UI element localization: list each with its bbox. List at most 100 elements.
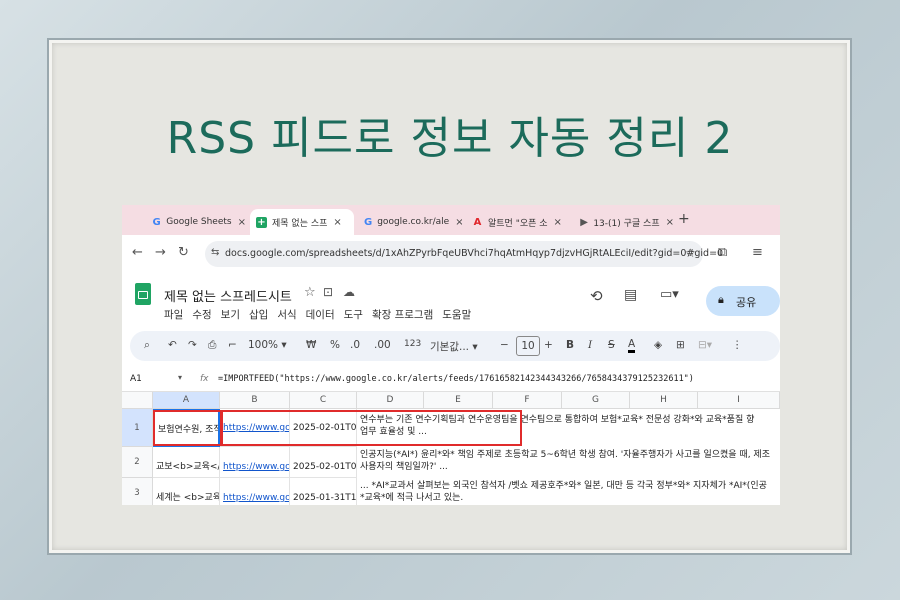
font-size-decrease-icon[interactable]: − — [500, 339, 509, 351]
document-title[interactable]: 제목 없는 스프레드시트 — [164, 286, 292, 305]
undo-icon[interactable]: ↶ — [168, 339, 177, 351]
youtube-icon: ▶ — [580, 216, 588, 228]
site-info-icon[interactable]: ⇆ — [211, 247, 219, 258]
share-button[interactable]: 🔒︎ 공유 — [706, 286, 780, 316]
decrease-decimal-button[interactable]: .0 — [350, 339, 360, 351]
close-icon[interactable]: × — [666, 217, 674, 228]
table-cell[interactable]: 2025-01-31T16: — [290, 478, 357, 505]
menu-item[interactable]: 수정 — [192, 309, 211, 321]
column-header[interactable]: A — [153, 392, 220, 409]
chevron-down-icon[interactable]: ▾ — [178, 373, 182, 382]
forward-icon[interactable]: → — [155, 245, 166, 260]
menu-item[interactable]: 확장 프로그램 — [372, 309, 433, 321]
reload-icon[interactable]: ↻ — [178, 245, 189, 260]
row-header[interactable]: 3 — [122, 478, 153, 505]
new-tab-button[interactable]: + — [678, 211, 690, 227]
highlight-box — [220, 410, 522, 446]
font-size-input[interactable]: 10 — [516, 336, 540, 356]
cell-line: 사용자의 책임일까?' ... — [360, 462, 448, 472]
address-bar-row: ← → ↻ ⇆ docs.google.com/spreadsheets/d/1… — [122, 235, 780, 274]
tab-label: 제목 없는 스프 — [272, 218, 328, 229]
tab-google-alerts[interactable]: G google.co.kr/ale × — [358, 209, 462, 235]
paint-format-icon[interactable]: ⌐ — [228, 339, 237, 351]
print-icon[interactable]: ⎙ — [208, 339, 216, 352]
zoom-select[interactable]: 100% ▾ — [248, 339, 287, 351]
formula-input[interactable]: =IMPORTFEED("https://www.google.co.kr/al… — [218, 374, 694, 384]
fill-color-icon[interactable]: ◈ — [654, 339, 662, 351]
extensions-icon[interactable]: ⧉ — [718, 245, 727, 260]
table-cell[interactable]: 세계는 <b>교육 — [153, 478, 220, 505]
table-cell[interactable]: https://www.goo — [220, 478, 290, 505]
more-options-icon[interactable]: ⋮ — [732, 339, 743, 351]
history-icon[interactable]: ⟲ — [590, 287, 603, 305]
strikethrough-icon[interactable]: S — [608, 339, 615, 351]
column-header[interactable]: B — [220, 392, 290, 409]
tab-youtube-video[interactable]: ▶ 13-(1) 구글 스프 × — [574, 209, 674, 235]
star-icon[interactable]: ☆ — [304, 285, 316, 300]
italic-icon[interactable]: I — [588, 339, 592, 351]
close-icon[interactable]: × — [238, 217, 246, 228]
merge-cells-icon[interactable]: ⊟▾ — [698, 339, 712, 351]
increase-decimal-button[interactable]: .00 — [374, 339, 391, 351]
formatting-toolbar: ⌕ ↶ ↷ ⎙ ⌐ 100% ▾ ₩ % .0 .00 123 기본값... ▾… — [130, 331, 780, 361]
table-cell[interactable]: ... *AI*교과서 살펴보는 외국인 참석자 /벳쇼 제공호주*와* 일본,… — [360, 480, 780, 504]
tab-altman-article[interactable]: A 알트먼 "오픈 소 × — [466, 209, 570, 235]
column-header[interactable]: D — [357, 392, 424, 409]
fx-icon: fx — [200, 374, 209, 384]
table-cell[interactable]: 교보<b>교육</b — [153, 447, 220, 478]
menu-item[interactable]: 도구 — [344, 309, 363, 321]
menu-item[interactable]: 보기 — [221, 309, 240, 321]
row-header[interactable]: 1 — [122, 409, 153, 447]
url-field[interactable]: ⇆ docs.google.com/spreadsheets/d/1xAhZPy… — [205, 241, 723, 267]
lock-icon: 🔒︎ — [718, 293, 724, 306]
redo-icon[interactable]: ↷ — [188, 339, 197, 351]
name-box[interactable]: A1 — [130, 374, 142, 384]
column-header[interactable]: H — [630, 392, 698, 409]
font-size-increase-icon[interactable]: + — [544, 339, 553, 351]
percent-format-button[interactable]: % — [330, 339, 340, 351]
menu-item[interactable]: 데이터 — [306, 309, 335, 321]
currency-format-button[interactable]: ₩ — [306, 339, 316, 351]
sheets-logo-icon[interactable] — [135, 283, 151, 305]
menu-item[interactable]: 서식 — [277, 309, 296, 321]
formula-bar: A1 ▾ fx =IMPORTFEED("https://www.google.… — [122, 369, 780, 392]
star-icon[interactable]: ☆ — [685, 246, 696, 260]
font-select[interactable]: 기본값... ▾ — [430, 339, 478, 354]
menu-item[interactable]: 도움말 — [442, 309, 471, 321]
close-icon[interactable]: × — [554, 217, 562, 228]
close-icon[interactable]: × — [333, 217, 341, 228]
tab-label: Google Sheets — [166, 217, 232, 227]
close-icon[interactable]: × — [455, 217, 462, 228]
menu-item[interactable]: 파일 — [164, 309, 183, 321]
tab-google-sheets[interactable]: G Google Sheets × — [146, 209, 246, 235]
table-cell[interactable]: 2025-02-01T03: — [290, 447, 357, 478]
menu-item[interactable]: 삽입 — [249, 309, 268, 321]
tab-label: 13-(1) 구글 스프 — [593, 218, 660, 229]
select-all-corner[interactable] — [122, 392, 153, 409]
reading-list-icon[interactable]: ≡ — [752, 245, 763, 260]
cell-line: *교육*에 적극 나서고 있는. — [360, 493, 464, 503]
bold-icon[interactable]: B — [566, 339, 574, 351]
highlight-box — [153, 410, 223, 446]
meet-icon[interactable]: ▭▾ — [660, 287, 679, 302]
acrobat-icon: A — [473, 216, 482, 228]
column-header[interactable]: I — [698, 392, 780, 409]
browser-screenshot: G Google Sheets × + 제목 없는 스프 × G google.… — [122, 205, 780, 505]
move-folder-icon[interactable]: ⊡ — [323, 285, 333, 299]
number-format-button[interactable]: 123 — [404, 339, 421, 349]
table-cell[interactable]: 인공지능(*AI*) 윤리*와* 책임 주제로 초등학교 5~6학년 학생 참여… — [360, 449, 780, 473]
table-cell[interactable]: https://www.goo — [220, 447, 290, 478]
borders-icon[interactable]: ⊞ — [676, 339, 685, 351]
column-header[interactable]: G — [562, 392, 630, 409]
row-header[interactable]: 2 — [122, 447, 153, 478]
text-color-icon[interactable]: A — [628, 339, 636, 353]
column-header[interactable]: E — [424, 392, 493, 409]
comment-icon[interactable]: ▤ — [624, 287, 637, 303]
tab-untitled-sheet[interactable]: + 제목 없는 스프 × — [250, 209, 354, 235]
sheets-header: 제목 없는 스프레드시트 ☆ ⊡ ☁ 파일 수정 보기 삽입 서식 데이터 도구 확장 프로그… — [122, 273, 780, 331]
search-menus-icon[interactable]: ⌕ — [144, 339, 150, 352]
column-header[interactable]: F — [493, 392, 562, 409]
back-icon[interactable]: ← — [132, 245, 143, 260]
google-icon: G — [152, 216, 161, 228]
column-header[interactable]: C — [290, 392, 357, 409]
